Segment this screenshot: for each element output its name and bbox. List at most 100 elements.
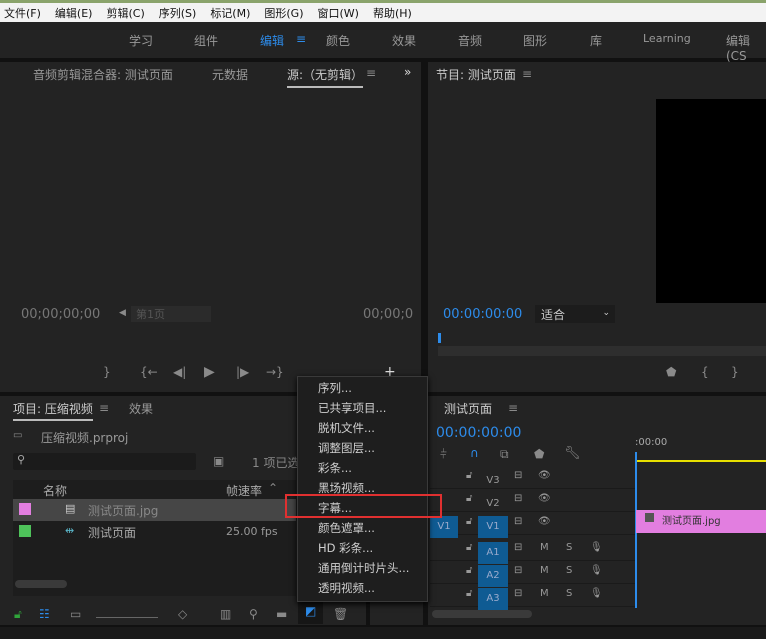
column-frame-rate[interactable]: 帧速率 bbox=[226, 482, 262, 499]
find-icon[interactable]: ⚲ bbox=[249, 607, 258, 621]
step-forward-icon[interactable]: |▶ bbox=[236, 365, 249, 379]
panel-menu-icon[interactable]: ≡ bbox=[99, 401, 109, 415]
tab-effects[interactable]: 效果 bbox=[129, 400, 153, 417]
track-label[interactable]: V1 bbox=[478, 516, 508, 538]
horizontal-scrollbar[interactable] bbox=[15, 580, 67, 588]
menu-item-transparent-video[interactable]: 透明视频... bbox=[318, 580, 375, 596]
menu-item-countdown-leader[interactable]: 通用倒计时片头... bbox=[318, 560, 409, 576]
menu-item-offline-file[interactable]: 脱机文件... bbox=[318, 420, 375, 436]
sort-ascending-icon[interactable]: ⌃ bbox=[268, 481, 278, 495]
workspace-audio[interactable]: 音频 bbox=[458, 32, 482, 49]
mark-out-icon[interactable]: } bbox=[731, 365, 739, 379]
play-icon[interactable]: ▶ bbox=[204, 364, 215, 380]
solo-button[interactable]: S bbox=[566, 542, 572, 553]
workspace-assembly[interactable]: 组件 bbox=[194, 32, 218, 49]
sync-lock-icon[interactable]: ⊟ bbox=[514, 516, 522, 527]
menu-window[interactable]: 窗口(W) bbox=[318, 5, 359, 21]
page-select[interactable]: 第1页 bbox=[131, 306, 211, 322]
eye-icon[interactable]: 👁︎ bbox=[538, 516, 551, 527]
project-item[interactable]: ⇹ 测试页面 25.00 fps bbox=[13, 521, 296, 543]
column-name[interactable]: 名称 bbox=[43, 482, 67, 499]
sync-lock-icon[interactable]: ⊟ bbox=[514, 565, 522, 576]
search-input[interactable]: ⚲ bbox=[13, 453, 196, 470]
linked-selection-icon[interactable]: ⧉ bbox=[500, 447, 509, 462]
workspace-learning[interactable]: Learning bbox=[643, 32, 691, 45]
menu-graphics[interactable]: 图形(G) bbox=[264, 5, 303, 21]
lock-icon[interactable]: 🔓︎ bbox=[466, 588, 472, 599]
work-area-bar[interactable] bbox=[636, 460, 766, 462]
workspace-learn[interactable]: 学习 bbox=[129, 32, 153, 49]
workspace-menu-icon[interactable]: ≡ bbox=[296, 32, 306, 46]
eye-icon[interactable]: 👁︎ bbox=[538, 470, 551, 481]
zoom-slider[interactable] bbox=[96, 608, 158, 618]
project-item[interactable]: ▤ 测试页面.jpg bbox=[13, 499, 296, 521]
sync-lock-icon[interactable]: ⊟ bbox=[514, 493, 522, 504]
solo-button[interactable]: S bbox=[566, 588, 572, 599]
label-color-swatch[interactable] bbox=[19, 525, 31, 537]
go-to-in-icon[interactable]: {← bbox=[140, 365, 158, 379]
mute-button[interactable]: M bbox=[540, 588, 549, 599]
menu-marker[interactable]: 标记(M) bbox=[210, 5, 250, 21]
step-back-icon[interactable]: ◀| bbox=[173, 365, 186, 379]
menu-item-shared-project[interactable]: 已共享项目... bbox=[318, 400, 386, 416]
program-timecode[interactable]: 00:00:00:00 bbox=[443, 307, 522, 322]
timeline-timecode[interactable]: 00:00:00:00 bbox=[436, 425, 521, 441]
mute-button[interactable]: M bbox=[540, 542, 549, 553]
menu-help[interactable]: 帮助(H) bbox=[373, 5, 412, 21]
track-label[interactable]: A3 bbox=[478, 588, 508, 610]
new-bin-icon[interactable]: ▬ bbox=[276, 607, 287, 621]
lock-icon[interactable]: 🔓︎ bbox=[466, 565, 472, 576]
sync-lock-icon[interactable]: ⊟ bbox=[514, 470, 522, 481]
tab-program[interactable]: 节目: 测试页面 bbox=[436, 66, 516, 83]
icon-view-icon[interactable]: ▭ bbox=[70, 607, 81, 621]
settings-wrench-icon[interactable]: 🔧︎ bbox=[564, 446, 581, 461]
sort-icons-icon[interactable]: ◇ bbox=[178, 607, 187, 621]
lock-icon[interactable]: 🔓︎ bbox=[14, 607, 22, 622]
clear-icon[interactable]: 🗑︎ bbox=[333, 607, 348, 621]
label-color-swatch[interactable] bbox=[19, 503, 31, 515]
menu-edit[interactable]: 编辑(E) bbox=[55, 5, 93, 21]
menu-sequence[interactable]: 序列(S) bbox=[159, 5, 197, 21]
source-timecode[interactable]: 00;00;00;00 bbox=[21, 307, 100, 322]
tab-source[interactable]: 源:（无剪辑） bbox=[287, 66, 364, 88]
panel-menu-icon[interactable]: ≡ bbox=[508, 401, 518, 415]
microphone-icon[interactable]: 🎙︎ bbox=[590, 588, 603, 599]
list-view-icon[interactable]: ☷ bbox=[39, 607, 50, 621]
mark-in-icon[interactable]: { bbox=[701, 365, 709, 379]
workspace-effects[interactable]: 效果 bbox=[392, 32, 416, 49]
workspace-color[interactable]: 颜色 bbox=[326, 32, 350, 49]
snap-icon[interactable]: ∩ bbox=[470, 446, 479, 460]
workspace-editing[interactable]: 编辑 bbox=[260, 32, 284, 49]
zoom-scrollbar[interactable] bbox=[438, 346, 766, 356]
panel-menu-icon[interactable]: ≡ bbox=[366, 66, 376, 80]
automate-to-sequence-icon[interactable]: ▥ bbox=[220, 607, 231, 621]
menu-item-color-matte[interactable]: 颜色遮罩... bbox=[318, 520, 375, 536]
menu-clip[interactable]: 剪辑(C) bbox=[106, 5, 144, 21]
add-marker-icon[interactable]: ⬟ bbox=[666, 365, 676, 379]
sync-lock-icon[interactable]: ⊟ bbox=[514, 542, 522, 553]
lock-icon[interactable]: 🔓︎ bbox=[466, 493, 472, 504]
lock-icon[interactable]: 🔓︎ bbox=[466, 516, 472, 527]
menu-item-hd-bars[interactable]: HD 彩条... bbox=[318, 540, 373, 556]
new-item-button[interactable]: ◩ bbox=[298, 599, 323, 624]
find-bin-icon[interactable]: ▣ bbox=[213, 454, 224, 468]
playhead-icon[interactable] bbox=[438, 333, 441, 343]
panel-menu-icon[interactable]: ≡ bbox=[522, 67, 532, 81]
source-patch[interactable]: V1 bbox=[430, 516, 458, 538]
insert-nest-icon[interactable]: ⫩ bbox=[440, 447, 447, 462]
menu-file[interactable]: 文件(F) bbox=[4, 5, 41, 21]
mute-button[interactable]: M bbox=[540, 565, 549, 576]
menu-item-bars-and-tone[interactable]: 彩条... bbox=[318, 460, 352, 476]
go-to-out-icon[interactable]: →} bbox=[266, 365, 284, 379]
menu-item-sequence[interactable]: 序列... bbox=[318, 380, 352, 396]
tab-sequence[interactable]: 测试页面 bbox=[444, 400, 492, 417]
workspace-editing-cs[interactable]: 编辑 (CS bbox=[726, 32, 766, 63]
tab-metadata[interactable]: 元数据 bbox=[212, 66, 248, 83]
sync-lock-icon[interactable]: ⊟ bbox=[514, 588, 522, 599]
overflow-icon[interactable]: » bbox=[404, 65, 411, 79]
tab-audio-mixer[interactable]: 音频剪辑混合器: 测试页面 bbox=[33, 66, 173, 83]
eye-icon[interactable]: 👁︎ bbox=[538, 493, 551, 504]
microphone-icon[interactable]: 🎙︎ bbox=[590, 542, 603, 553]
lock-icon[interactable]: 🔓︎ bbox=[466, 542, 472, 553]
microphone-icon[interactable]: 🎙︎ bbox=[590, 565, 603, 576]
